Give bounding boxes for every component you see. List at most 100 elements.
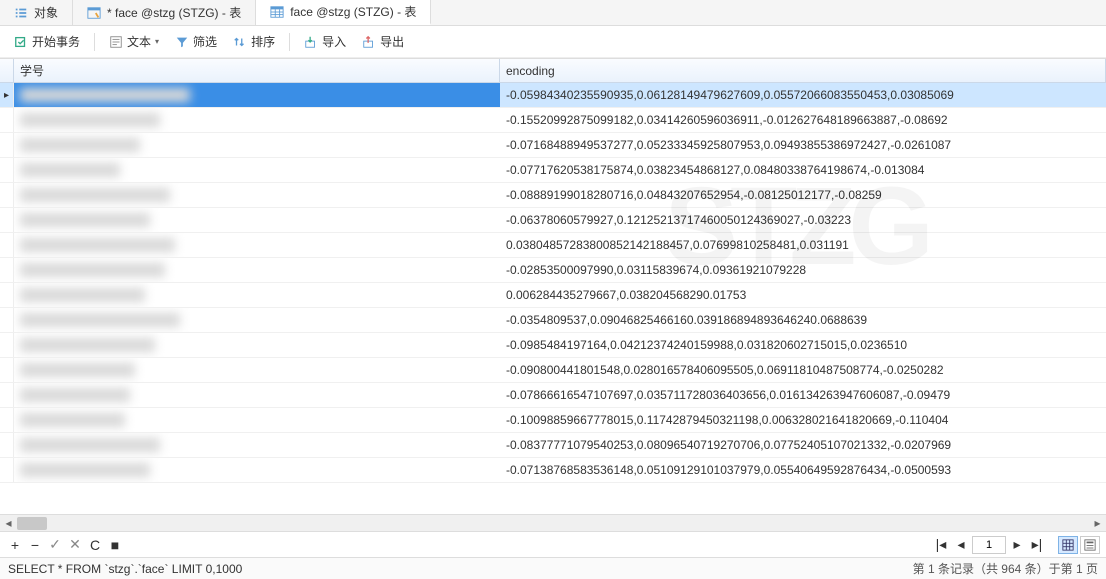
cell-encoding[interactable]: -0.07168488949537277,0.05233345925807953… [500, 133, 1106, 157]
cell-id[interactable] [14, 158, 500, 182]
table-row[interactable]: 0.006284435279667,0.038204568290.01753 [0, 283, 1106, 308]
horizontal-scrollbar[interactable]: ◂ ▸ [0, 514, 1106, 531]
table-row[interactable]: -0.090800441801548,0.028016578406095505,… [0, 358, 1106, 383]
delete-record-button[interactable]: − [26, 536, 44, 554]
scroll-thumb[interactable] [17, 517, 47, 530]
cell-encoding[interactable]: -0.0985484197164,0.04212374240159988,0.0… [500, 333, 1106, 357]
column-header-encoding[interactable]: encoding [500, 59, 1106, 82]
cell-id[interactable] [14, 433, 500, 457]
cell-encoding[interactable]: 0.006284435279667,0.038204568290.01753 [500, 283, 1106, 307]
row-indicator [0, 308, 14, 332]
cell-encoding[interactable]: -0.05984340235590935,0.06128149479627609… [500, 83, 1106, 107]
prev-page-button[interactable]: ◂ [952, 536, 970, 554]
grid-view-button[interactable] [1058, 536, 1078, 554]
table-row[interactable]: -0.08377771079540253,0.08096540719270706… [0, 433, 1106, 458]
cell-id[interactable] [14, 208, 500, 232]
cell-id[interactable] [14, 283, 500, 307]
refresh-button[interactable]: C [86, 536, 104, 554]
cell-id[interactable] [14, 183, 500, 207]
table-row[interactable]: -0.15520992875099182,0.03414260596036911… [0, 108, 1106, 133]
cell-encoding[interactable]: -0.07717620538175874,0.03823454868127,0.… [500, 158, 1106, 182]
cell-id[interactable] [14, 233, 500, 257]
tab-label: 对象 [34, 4, 58, 21]
redacted-content [20, 238, 175, 252]
row-indicator [0, 108, 14, 132]
form-view-button[interactable] [1080, 536, 1100, 554]
gutter-header [0, 59, 14, 82]
cell-encoding[interactable]: -0.06378060579927,0.12125213717460050124… [500, 208, 1106, 232]
cell-id[interactable] [14, 108, 500, 132]
button-label: 排序 [251, 33, 275, 50]
scroll-track[interactable] [17, 515, 1089, 531]
table-row[interactable]: -0.07866616547107697,0.03571172803640365… [0, 383, 1106, 408]
table-row[interactable]: -0.06378060579927,0.12125213717460050124… [0, 208, 1106, 233]
cell-encoding[interactable]: -0.02853500097990,0.03115839674,0.093619… [500, 258, 1106, 282]
last-page-button[interactable]: ▸| [1028, 536, 1046, 554]
dropdown-icon: ▾ [155, 37, 159, 46]
cell-encoding[interactable]: -0.07866616547107697,0.03571172803640365… [500, 383, 1106, 407]
redacted-content [20, 113, 160, 127]
cell-encoding[interactable]: -0.15520992875099182,0.03414260596036911… [500, 108, 1106, 132]
filter-icon [175, 35, 189, 49]
cell-encoding[interactable]: -0.07138768583536148,0.05109129101037979… [500, 458, 1106, 482]
cell-id[interactable] [14, 133, 500, 157]
sort-button[interactable]: 排序 [227, 30, 281, 53]
add-record-button[interactable]: + [6, 536, 24, 554]
grid-body[interactable]: STZG ▸-0.05984340235590935,0.06128149479… [0, 83, 1106, 514]
cell-encoding[interactable]: 0.03804857283800852142188457,0.076998102… [500, 233, 1106, 257]
cell-encoding[interactable]: -0.08889199018280716,0.04843207652954,-0… [500, 183, 1106, 207]
column-header-id[interactable]: 学号 [14, 59, 500, 82]
table-row[interactable]: -0.07717620538175874,0.03823454868127,0.… [0, 158, 1106, 183]
redacted-content [20, 413, 125, 427]
first-page-button[interactable]: |◂ [932, 536, 950, 554]
cell-id[interactable] [14, 83, 500, 107]
cell-encoding[interactable]: -0.0354809537,0.09046825466160.039186894… [500, 308, 1106, 332]
stop-button[interactable]: ■ [106, 536, 124, 554]
filter-button[interactable]: 筛选 [169, 30, 223, 53]
row-indicator [0, 158, 14, 182]
table-row[interactable]: -0.0985484197164,0.04212374240159988,0.0… [0, 333, 1106, 358]
pager: |◂ ◂ ▸ ▸| [932, 536, 1100, 554]
cell-id[interactable] [14, 408, 500, 432]
begin-transaction-button[interactable]: 开始事务 [8, 30, 86, 53]
next-page-button[interactable]: ▸ [1008, 536, 1026, 554]
tab-table-face[interactable]: face @stzg (STZG) - 表 [256, 0, 431, 25]
row-indicator [0, 458, 14, 482]
table-row[interactable]: -0.10098859667778015,0.11742879450321198… [0, 408, 1106, 433]
row-indicator [0, 383, 14, 407]
row-indicator [0, 433, 14, 457]
cell-id[interactable] [14, 308, 500, 332]
table-row[interactable]: -0.07168488949537277,0.05233345925807953… [0, 133, 1106, 158]
table-row[interactable]: ▸ -0.05984340235590935,0.0612814947962760… [0, 83, 1106, 108]
table-row[interactable]: 0.03804857283800852142188457,0.076998102… [0, 233, 1106, 258]
cell-encoding[interactable]: -0.090800441801548,0.028016578406095505,… [500, 358, 1106, 382]
confirm-button[interactable]: ✓ [46, 536, 64, 554]
table-row[interactable]: -0.08889199018280716,0.04843207652954,-0… [0, 183, 1106, 208]
export-button[interactable]: 导出 [356, 30, 410, 53]
redacted-content [20, 388, 130, 402]
table-row[interactable]: -0.0354809537,0.09046825466160.039186894… [0, 308, 1106, 333]
text-button[interactable]: 文本 ▾ [103, 30, 165, 53]
scroll-left-icon[interactable]: ◂ [0, 515, 17, 532]
table-row[interactable]: -0.02853500097990,0.03115839674,0.093619… [0, 258, 1106, 283]
cell-id[interactable] [14, 383, 500, 407]
separator [94, 33, 95, 51]
cell-encoding[interactable]: -0.10098859667778015,0.11742879450321198… [500, 408, 1106, 432]
tab-query-face[interactable]: * face @stzg (STZG) - 表 [73, 0, 256, 25]
redacted-content [20, 438, 160, 452]
page-input[interactable] [972, 536, 1006, 554]
sort-icon [233, 35, 247, 49]
scroll-right-icon[interactable]: ▸ [1089, 515, 1106, 532]
cancel-button[interactable]: ✕ [66, 536, 84, 554]
cell-encoding[interactable]: -0.08377771079540253,0.08096540719270706… [500, 433, 1106, 457]
text-icon [109, 35, 123, 49]
row-indicator: ▸ [0, 83, 14, 107]
toolbar: 开始事务 文本 ▾ 筛选 排序 导入 导出 [0, 26, 1106, 58]
import-button[interactable]: 导入 [298, 30, 352, 53]
cell-id[interactable] [14, 458, 500, 482]
table-row[interactable]: -0.07138768583536148,0.05109129101037979… [0, 458, 1106, 483]
cell-id[interactable] [14, 333, 500, 357]
cell-id[interactable] [14, 258, 500, 282]
cell-id[interactable] [14, 358, 500, 382]
tab-objects[interactable]: 对象 [0, 0, 73, 25]
